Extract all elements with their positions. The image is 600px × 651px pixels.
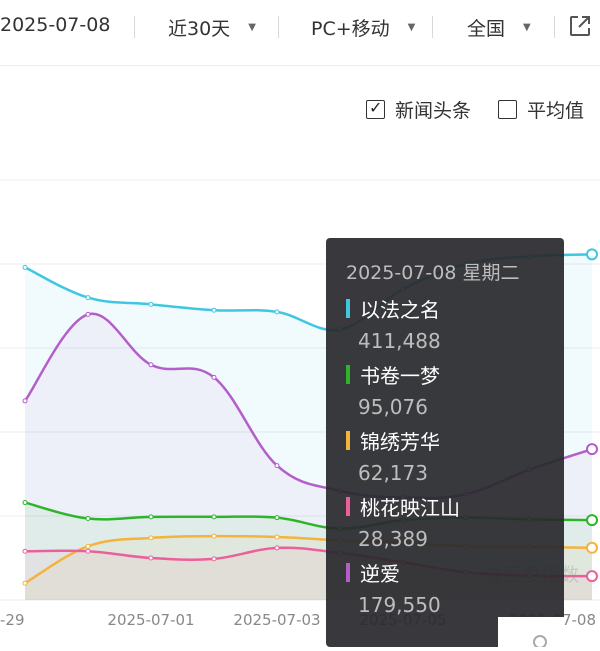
tooltip-series-value: 95,076 <box>358 395 428 419</box>
data-point <box>22 500 28 506</box>
data-point <box>85 548 91 554</box>
tooltip-item: 逆爱 179,550 <box>346 558 556 617</box>
zoom-icon <box>533 635 547 649</box>
series-color-marker <box>346 431 350 450</box>
data-point <box>85 295 91 301</box>
data-point <box>22 264 28 270</box>
data-point <box>274 463 280 469</box>
tooltip-item: 桃花映江山 28,389 <box>346 492 556 551</box>
tooltip-series-value: 62,173 <box>358 461 428 485</box>
data-point <box>274 309 280 315</box>
data-point <box>586 514 598 527</box>
data-point <box>148 514 154 520</box>
data-point <box>586 248 598 261</box>
zoom-control[interactable] <box>498 617 564 649</box>
data-point <box>22 398 28 404</box>
data-point <box>22 548 28 554</box>
tooltip-series-name: 桃花映江山 <box>360 496 460 520</box>
series-color-marker <box>346 563 350 582</box>
tooltip-item: 锦绣芳华 62,173 <box>346 426 556 485</box>
data-point <box>586 570 598 583</box>
tooltip-item: 以法之名 411,488 <box>346 294 556 353</box>
data-point <box>148 535 154 541</box>
data-point <box>85 516 91 522</box>
tooltip-series-name: 以法之名 <box>360 298 440 322</box>
data-point <box>586 541 598 554</box>
chart-tooltip: 2025-07-08 星期二 以法之名 411,488 书卷一梦 95,076 … <box>326 238 564 647</box>
data-point <box>211 307 217 313</box>
data-point <box>211 374 217 380</box>
data-point <box>211 556 217 562</box>
x-tick-label: 2025-07-01 <box>107 611 194 629</box>
data-point <box>274 534 280 540</box>
x-tick-label: -29 <box>0 611 25 629</box>
data-point <box>148 301 154 307</box>
data-point <box>85 543 91 549</box>
tooltip-item: 书卷一梦 95,076 <box>346 360 556 419</box>
data-point <box>274 545 280 551</box>
data-point <box>85 311 91 317</box>
x-tick-label: 2025-07-03 <box>233 611 320 629</box>
data-point <box>148 555 154 561</box>
data-point <box>211 533 217 539</box>
data-point <box>148 362 154 368</box>
tooltip-series-value: 411,488 <box>358 329 441 353</box>
data-point <box>274 515 280 521</box>
data-point <box>211 514 217 520</box>
tooltip-series-name: 书卷一梦 <box>360 364 440 388</box>
series-color-marker <box>346 365 350 384</box>
series-color-marker <box>346 299 350 318</box>
tooltip-series-name: 逆爱 <box>360 562 400 586</box>
data-point <box>586 443 598 456</box>
data-point <box>22 580 28 586</box>
tooltip-series-name: 锦绣芳华 <box>360 430 440 454</box>
series-color-marker <box>346 497 350 516</box>
tooltip-date: 2025-07-08 星期二 <box>346 262 520 284</box>
tooltip-series-value: 28,389 <box>358 527 428 551</box>
tooltip-series-value: 179,550 <box>358 593 441 617</box>
